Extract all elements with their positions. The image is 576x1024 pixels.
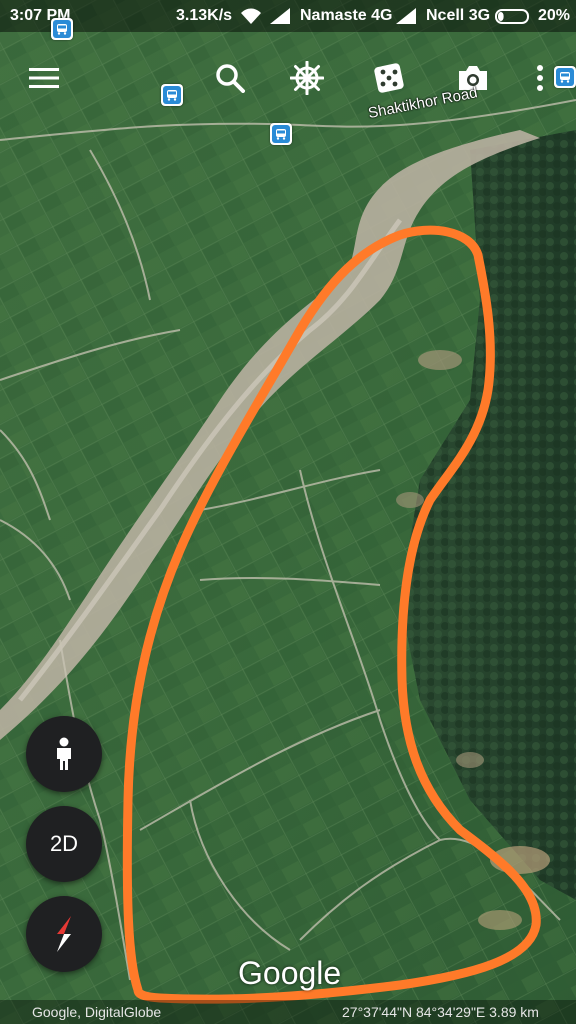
bus-stop-marker[interactable] (161, 84, 183, 106)
imagery-attribution[interactable]: Google, DigitalGlobe (32, 1004, 161, 1020)
search-icon (216, 64, 245, 93)
status-network-speed: 3.13K/s (176, 7, 233, 24)
compass-icon (57, 916, 71, 952)
bus-icon (57, 24, 67, 35)
voyager-wheel-icon (290, 61, 324, 95)
google-logo: Google (238, 955, 342, 991)
status-carrier-1: Namaste 4G (300, 7, 393, 24)
status-carrier-2: Ncell 3G (426, 7, 491, 24)
2d-toggle-button[interactable]: 2D (26, 806, 102, 882)
dice-icon (374, 63, 404, 93)
wifi-icon (241, 8, 261, 24)
coordinates-readout: 27°37'44"N 84°34'29"E 3.89 km (342, 1004, 539, 1020)
bus-stop-marker[interactable] (554, 66, 576, 88)
2d-toggle-label: 2D (49, 831, 79, 856)
menu-button[interactable] (24, 58, 64, 98)
status-battery-percent: 20% (538, 7, 571, 24)
signal-icon (270, 8, 290, 24)
bus-icon (560, 72, 570, 83)
menu-icon (29, 68, 59, 88)
compass-button[interactable] (26, 896, 102, 972)
search-button[interactable] (210, 58, 250, 98)
feeling-lucky-button[interactable] (369, 58, 409, 98)
attribution-bar: Google, DigitalGlobe 27°37'44"N 84°34'29… (0, 1000, 576, 1024)
voyager-button[interactable] (287, 58, 327, 98)
bus-stop-marker[interactable] (270, 123, 292, 145)
status-bar: 3:07 PM 3.13K/s Namaste 4G Ncell 3G 20% (0, 0, 576, 32)
bus-icon (276, 129, 286, 140)
street-view-button[interactable] (26, 716, 102, 792)
battery-icon (495, 9, 529, 24)
pegman-icon (57, 737, 71, 770)
bus-stop-marker[interactable] (51, 18, 73, 40)
more-icon (537, 65, 543, 91)
bus-icon (167, 90, 177, 101)
signal-icon (396, 8, 416, 24)
